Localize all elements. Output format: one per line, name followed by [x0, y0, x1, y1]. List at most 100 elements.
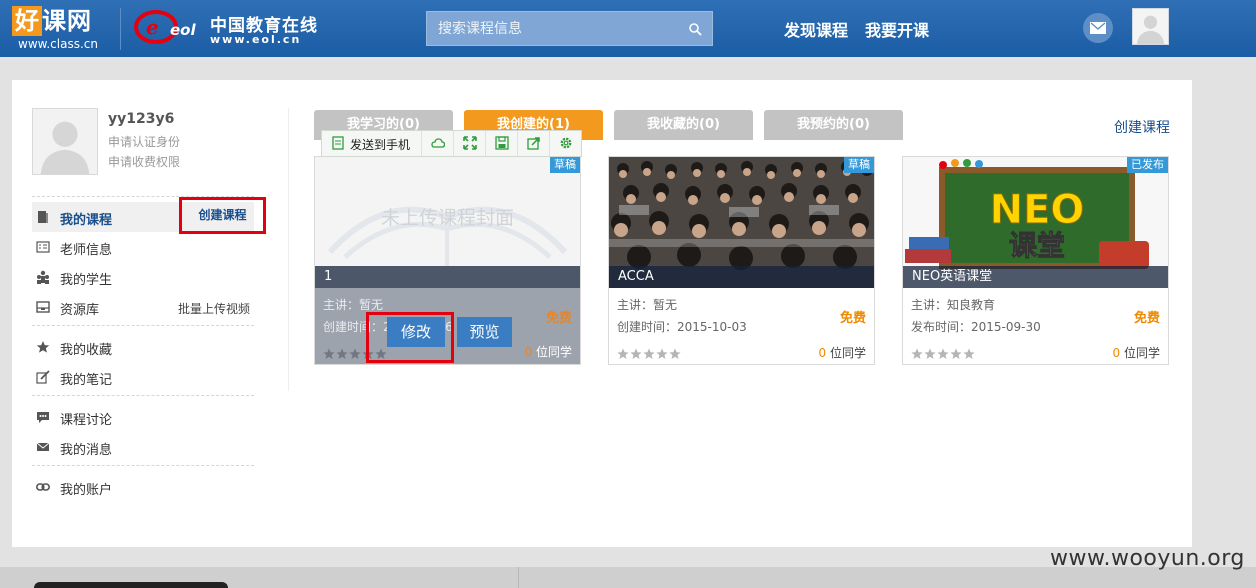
course-price: 免费 — [545, 311, 572, 326]
logo-divider — [120, 8, 121, 50]
eol-logo[interactable]: e eol 中国教育在线 www.eol.cn — [134, 8, 324, 50]
preview-course-button[interactable]: 预览 — [457, 317, 512, 347]
search-input[interactable] — [427, 12, 677, 45]
send-to-phone-label: 发送到手机 — [350, 138, 411, 152]
logo-text: 课网 — [42, 7, 92, 35]
footer-tab — [34, 582, 228, 588]
star-icon — [323, 348, 335, 359]
share-button[interactable] — [518, 131, 550, 156]
tab-reserved[interactable]: 我预约的(0) — [764, 110, 903, 140]
cover-classroom-text: 课堂 — [1009, 229, 1065, 262]
star-icon — [349, 348, 361, 359]
sidebar-item-label: 课程讨论 — [60, 413, 113, 428]
sidebar-item-label: 我的学生 — [60, 273, 113, 288]
batch-upload-video-link[interactable]: 批量上传视频 — [178, 300, 250, 317]
sidebar-item-label: 我的笔记 — [60, 373, 113, 388]
avatar-silhouette-icon — [1133, 9, 1168, 44]
course-title: NEO英语课堂 — [903, 266, 1168, 288]
sidebar-item-my-notes[interactable]: 我的笔记 — [32, 362, 254, 392]
envelope-icon — [36, 442, 50, 451]
cloud-icon — [431, 138, 445, 148]
sidebar-item-resources[interactable]: 资源库 批量上传视频 — [32, 292, 254, 322]
user-avatar[interactable] — [1132, 8, 1169, 45]
sidebar-item-label: 我的课程 — [60, 213, 113, 228]
logo-mark: 好 — [12, 6, 42, 36]
course-date: 发布时间：2015-09-30 — [911, 320, 1041, 334]
sidebar-item-label: 老师信息 — [60, 243, 113, 258]
eol-mark-text: eol — [170, 21, 196, 39]
student-count-suffix: 位同学 — [535, 345, 572, 359]
cover-placeholder-text: 未上传课程封面 — [380, 207, 514, 229]
logo-url: www.class.cn — [18, 37, 98, 51]
student-count: 0 位同学 — [525, 343, 572, 360]
sidebar-item-teacher-info[interactable]: 老师信息 — [32, 232, 254, 262]
student-count: 0 位同学 — [1113, 344, 1160, 361]
star-icon — [643, 348, 655, 359]
profile-avatar[interactable] — [32, 108, 98, 175]
star-icon — [924, 348, 936, 359]
save-icon — [495, 136, 509, 150]
star-icon — [336, 348, 348, 359]
messages-button[interactable] — [1083, 13, 1113, 43]
save-button[interactable] — [486, 131, 518, 156]
sidebar-item-my-favorites[interactable]: 我的收藏 — [32, 332, 254, 362]
rating-stars — [911, 345, 976, 359]
avatar-silhouette-icon — [33, 109, 97, 174]
students-icon — [37, 270, 49, 284]
svg-text:e: e — [146, 15, 159, 39]
student-count-suffix: 位同学 — [829, 346, 866, 360]
tab-favorited[interactable]: 我收藏的(0) — [614, 110, 753, 140]
fullscreen-button[interactable] — [454, 131, 486, 156]
eol-logo-mark: e eol — [134, 10, 196, 44]
create-course-sidebar-button[interactable]: 创建课程 — [179, 197, 266, 234]
edit-button-highlight — [366, 312, 454, 363]
column-divider — [288, 108, 289, 391]
sidebar-item-course-discussion[interactable]: 课程讨论 — [32, 402, 254, 432]
nav-discover-courses[interactable]: 发现课程 — [784, 17, 848, 41]
note-edit-icon — [36, 370, 50, 384]
course-card[interactable]: NEO 课堂 NEO英语课堂 已发布 主讲：知良教育 发布时间：2015-09-… — [902, 156, 1169, 365]
status-badge: 草稿 — [550, 157, 580, 173]
star-icon — [911, 348, 923, 359]
status-badge: 草稿 — [844, 157, 874, 173]
star-icon — [963, 348, 975, 359]
course-price: 免费 — [839, 311, 866, 326]
star-icon — [669, 348, 681, 359]
sidebar-divider — [32, 325, 254, 326]
apply-certification-link[interactable]: 申请认证身份 — [108, 133, 180, 150]
mail-icon — [1090, 22, 1106, 34]
sidebar-item-my-students[interactable]: 我的学生 — [32, 262, 254, 292]
course-teacher: 主讲：暂无 — [323, 298, 384, 312]
search-icon[interactable] — [688, 22, 702, 36]
send-to-phone-button[interactable]: 发送到手机 — [322, 131, 422, 156]
rating-stars — [617, 345, 682, 359]
settings-button[interactable] — [550, 131, 582, 156]
cloud-button[interactable] — [422, 131, 454, 156]
nav-start-teaching[interactable]: 我要开课 — [865, 17, 929, 41]
link-icon — [36, 483, 50, 491]
star-icon — [656, 348, 668, 359]
expand-icon — [463, 136, 477, 150]
course-teacher: 主讲：暂无 — [617, 298, 678, 312]
footer-divider — [518, 567, 519, 588]
sidebar-item-my-account[interactable]: 我的账户 — [32, 472, 254, 502]
course-price: 免费 — [1133, 311, 1160, 326]
create-course-link[interactable]: 创建课程 — [1114, 117, 1170, 137]
cover-neo-text: NEO — [990, 187, 1085, 233]
sidebar-divider — [32, 465, 254, 466]
sidebar-item-my-messages[interactable]: 我的消息 — [32, 432, 254, 462]
student-count-number: 0 — [818, 346, 827, 360]
inbox-icon — [36, 301, 50, 313]
phone-send-icon — [332, 136, 344, 150]
course-title: 1 — [315, 266, 580, 288]
course-card[interactable]: ACCA 草稿 主讲：暂无 创建时间：2015-10-03 免费 0 位同学 — [608, 156, 875, 365]
student-count: 0 位同学 — [819, 344, 866, 361]
share-icon — [527, 137, 540, 150]
share-toolbar: 发送到手机 — [321, 130, 582, 157]
apply-charge-permission-link[interactable]: 申请收费权限 — [108, 153, 180, 170]
star-icon — [937, 348, 949, 359]
star-icon — [617, 348, 629, 359]
profile-username: yy123y6 — [108, 111, 175, 127]
settings-icon — [560, 137, 572, 149]
class-cn-logo[interactable]: 好 课网 www.class.cn — [12, 6, 108, 52]
